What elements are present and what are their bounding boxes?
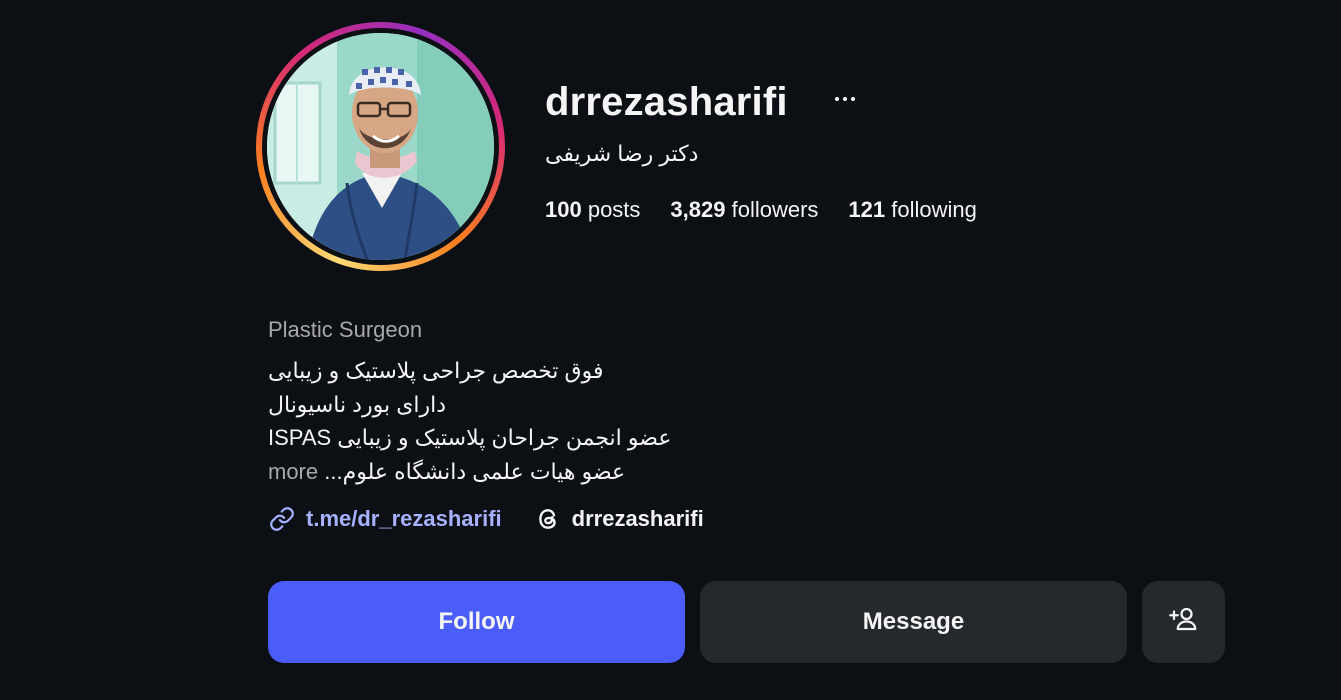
follow-button[interactable]: Follow xyxy=(268,581,685,663)
following-count-label: following xyxy=(885,197,977,222)
bio-line: عضو انجمن جراحان پلاستیک و زیبایی ISPAS xyxy=(268,425,672,450)
follow-button-label: Follow xyxy=(438,608,515,635)
followers-count-label: followers xyxy=(725,197,819,222)
full-name: دکتر رضا شریفی xyxy=(545,141,699,166)
bio-more-link[interactable]: more xyxy=(268,459,318,484)
profile-avatar-story-ring[interactable] xyxy=(256,22,505,271)
followers-link[interactable]: 3,829 followers xyxy=(670,194,818,226)
external-link[interactable]: t.me/dr_rezasharifi xyxy=(268,503,502,535)
more-dot xyxy=(851,97,855,101)
username: drrezasharifi xyxy=(545,80,788,124)
avatar[interactable] xyxy=(267,33,494,260)
more-horizontal-icon xyxy=(835,97,839,101)
bio-line: عضو هیات علمی دانشگاه علوم... xyxy=(324,458,626,484)
link-icon xyxy=(268,505,296,533)
following-link[interactable]: 121 following xyxy=(848,194,976,226)
bio-line-last: عضو هیات علمی دانشگاه علوم... more xyxy=(268,455,671,489)
posts-count-label: posts xyxy=(581,197,641,222)
more-dot xyxy=(843,97,847,101)
threads-link-text: drrezasharifi xyxy=(571,506,704,531)
suggested-accounts-button[interactable] xyxy=(1142,581,1225,663)
profile-links: t.me/dr_rezasharifi drrezasharifi xyxy=(268,503,704,535)
following-count-value: 121 xyxy=(848,197,886,222)
threads-icon xyxy=(534,505,562,533)
profile-page: drrezasharifi دکتر رضا شریفی 100 posts 3… xyxy=(0,0,1341,700)
person-add-icon xyxy=(1168,604,1199,641)
profile-category: Plastic Surgeon xyxy=(268,317,423,342)
profile-stats: 100 posts 3,829 followers 121 following xyxy=(545,194,977,226)
followers-count-value: 3,829 xyxy=(670,197,726,222)
bio-text: فوق تخصص جراحی پلاستیک و زیبایی دارای بو… xyxy=(268,354,671,488)
posts-count-value: 100 xyxy=(545,197,582,222)
threads-link[interactable]: drrezasharifi xyxy=(534,503,704,535)
posts-count: 100 posts xyxy=(545,194,640,226)
message-button-label: Message xyxy=(862,608,965,635)
avatar-gap xyxy=(262,28,499,265)
avatar-photo xyxy=(267,33,494,260)
more-options-button[interactable] xyxy=(830,84,860,114)
message-button[interactable]: Message xyxy=(700,581,1127,663)
bio-line: دارای بورد ناسیونال xyxy=(268,391,447,417)
bio-line: فوق تخصص جراحی پلاستیک و زیبایی xyxy=(268,358,604,383)
external-link-text: t.me/dr_rezasharifi xyxy=(306,506,502,531)
